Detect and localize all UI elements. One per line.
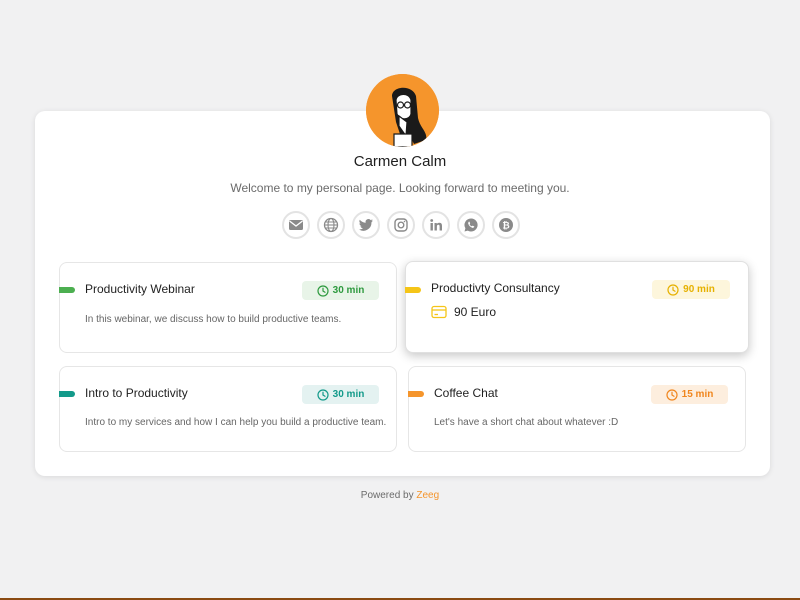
duration-text: 30 min [332,285,365,296]
avatar [366,74,439,147]
event-color-stripe [408,391,424,397]
twitter-icon [358,219,373,231]
clock-icon [666,388,678,401]
twitter-button[interactable] [352,211,380,239]
duration-badge: 30 min [302,385,379,404]
duration-text: 90 min [683,284,715,295]
social-links: ₿ [282,211,520,239]
whatsapp-icon [464,218,478,232]
event-description: Let's have a short chat about whatever :… [434,417,619,428]
event-title: Productivity Webinar [85,282,195,296]
email-icon [289,220,303,230]
whatsapp-button[interactable] [457,211,485,239]
website-button[interactable] [317,211,345,239]
payment-card-icon [431,305,447,319]
clock-icon [317,388,329,401]
bitcoin-button[interactable]: ₿ [492,211,520,239]
event-card[interactable]: Intro to Productivity 30 min Intro to my… [59,366,397,452]
linkedin-icon [430,219,442,231]
duration-text: 15 min [681,389,714,400]
price-text: 90 Euro [454,305,497,319]
event-card[interactable]: Productivity Webinar 30 min In this webi… [59,262,397,353]
event-title: Intro to Productivity [85,386,188,400]
welcome-message: Welcome to my personal page. Looking for… [230,181,570,195]
event-title: Coffee Chat [434,386,498,400]
event-color-stripe [405,287,421,293]
bitcoin-icon: ₿ [499,218,513,232]
powered-by-label: Powered by [360,490,414,501]
event-color-stripe [59,391,75,397]
duration-badge: 30 min [302,281,379,300]
price-row: 90 Euro [431,305,496,319]
brand-link[interactable]: Zeeg [416,490,439,501]
duration-badge: 15 min [651,385,728,404]
event-card[interactable]: Coffee Chat 15 min Let's have a short ch… [408,366,746,452]
event-description: In this webinar, we discuss how to build… [85,314,342,325]
svg-text:₿: ₿ [502,221,509,232]
event-card[interactable]: Productivty Consultancy 90 min 90 Euro [405,261,749,353]
event-description: Intro to my services and how I can help … [85,417,387,428]
clock-icon [317,284,329,297]
globe-icon [323,217,339,233]
avatar-illustration-icon [366,74,439,147]
event-color-stripe [59,287,75,293]
email-button[interactable] [282,211,310,239]
duration-badge: 90 min [652,280,730,299]
duration-text: 30 min [332,389,365,400]
instagram-icon [394,218,408,232]
event-title: Productivty Consultancy [431,281,560,295]
linkedin-button[interactable] [422,211,450,239]
profile-name: Carmen Calm [353,153,447,170]
clock-icon [667,283,679,296]
instagram-button[interactable] [387,211,415,239]
powered-by: Powered by Zeeg [0,490,800,501]
